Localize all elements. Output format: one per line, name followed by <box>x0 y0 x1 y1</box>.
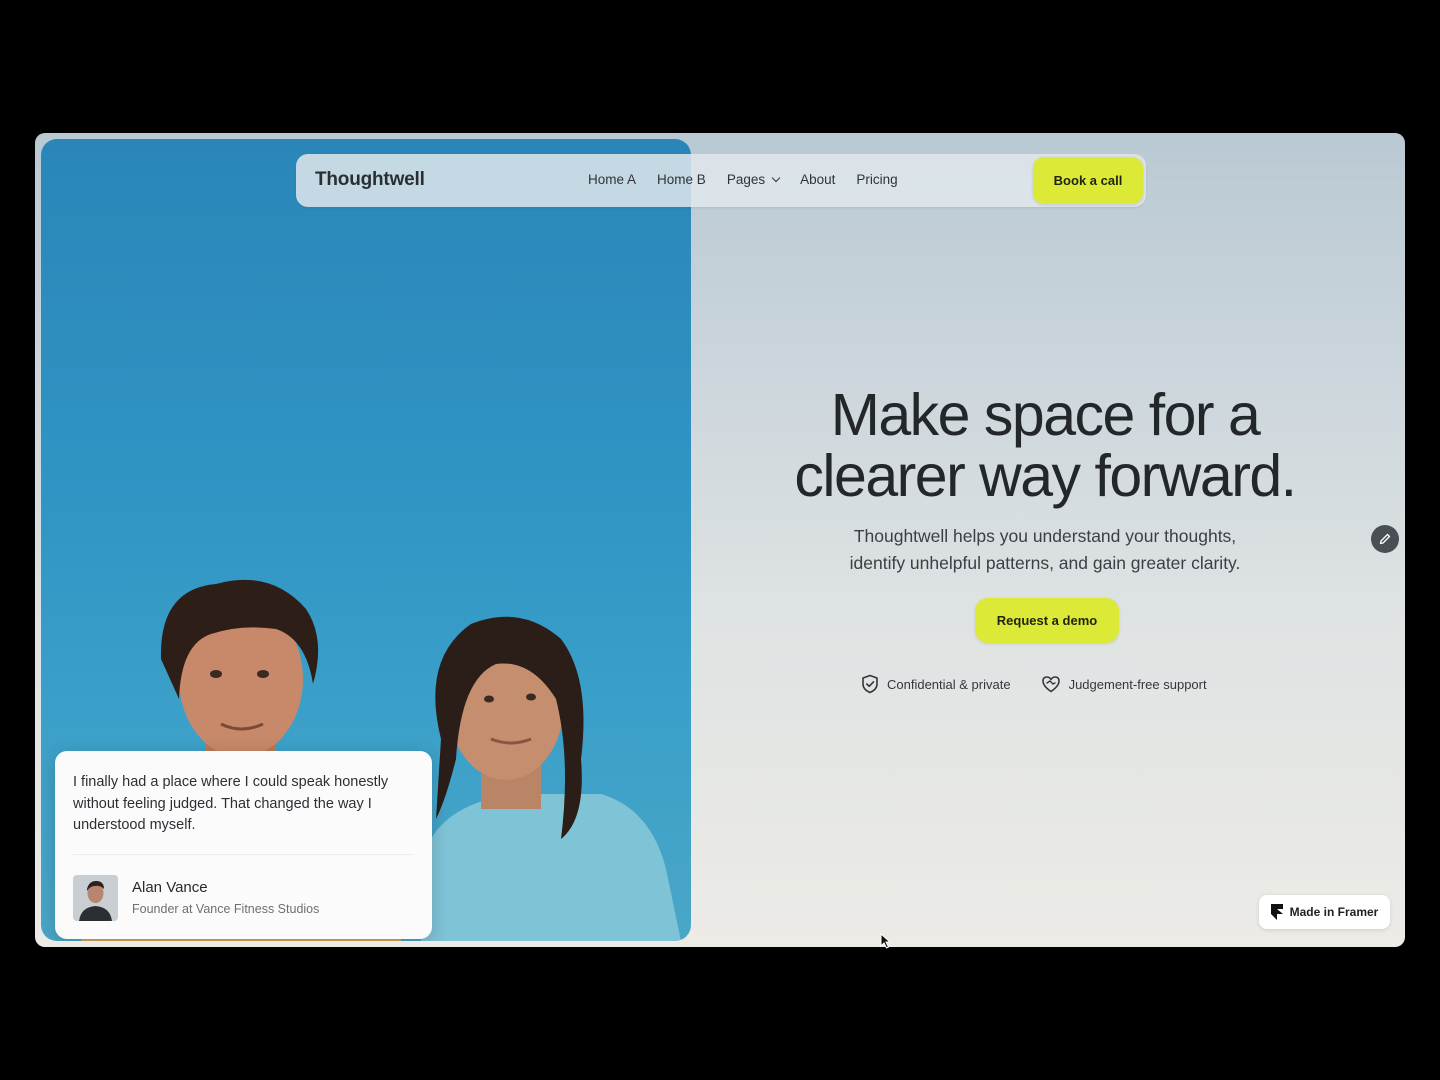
trust-badges: Confidential & private Judgement-free su… <box>861 674 1207 694</box>
book-a-call-button[interactable]: Book a call <box>1033 157 1143 204</box>
subtitle-line-1: Thoughtwell helps you understand your th… <box>853 526 1237 546</box>
nav-link-pages[interactable]: Pages <box>726 172 781 187</box>
badge-confidential-label: Confidential & private <box>887 676 1011 692</box>
nav-link-pricing[interactable]: Pricing <box>856 172 897 187</box>
nav-link-home-a[interactable]: Home A <box>588 172 636 187</box>
made-in-framer-label: Made in Framer <box>1289 905 1379 919</box>
testimonial-quote: I finally had a place where I could spea… <box>73 774 389 833</box>
chevron-down-icon <box>771 173 781 183</box>
nav-link-pages-label: Pages <box>726 172 766 187</box>
author-role: Founder at Vance Fitness Studios <box>132 902 320 916</box>
author-name: Alan Vance <box>132 879 208 896</box>
heart-handshake-icon <box>1041 676 1060 693</box>
pencil-icon <box>1379 533 1391 545</box>
hero-photo: I finally had a place where I could spea… <box>41 139 691 941</box>
mouse-cursor-icon <box>880 933 892 949</box>
edit-button[interactable] <box>1371 525 1399 553</box>
card-divider <box>73 854 413 855</box>
browser-viewport: I finally had a place where I could spea… <box>35 133 1405 947</box>
hero-headline: Make space for a clearer way forward. <box>735 385 1355 507</box>
headline-line-1: Make space for a <box>830 382 1261 448</box>
subtitle-line-2: identify unhelpful patterns, and gain gr… <box>849 553 1241 573</box>
nav-link-home-b[interactable]: Home B <box>657 172 706 187</box>
brand-logo[interactable]: Thoughtwell <box>315 169 425 191</box>
headline-line-2: clearer way forward. <box>794 443 1297 509</box>
badge-confidential: Confidential & private <box>861 674 1011 694</box>
testimonial-card: I finally had a place where I could spea… <box>55 751 432 939</box>
made-in-framer-badge[interactable]: Made in Framer <box>1259 895 1390 929</box>
framer-icon <box>1270 904 1283 920</box>
avatar <box>73 875 118 921</box>
nav-link-about[interactable]: About <box>800 172 835 187</box>
badge-judgement-free-label: Judgement-free support <box>1068 676 1207 692</box>
badge-judgement-free: Judgement-free support <box>1041 674 1207 694</box>
hero-subtitle: Thoughtwell helps you understand your th… <box>795 523 1295 577</box>
top-nav: Thoughtwell Home A Home B Pages About Pr… <box>296 154 1146 207</box>
nav-links: Home A Home B Pages About Pricing <box>588 172 919 187</box>
shield-check-icon <box>862 674 878 694</box>
request-demo-button[interactable]: Request a demo <box>975 598 1119 643</box>
